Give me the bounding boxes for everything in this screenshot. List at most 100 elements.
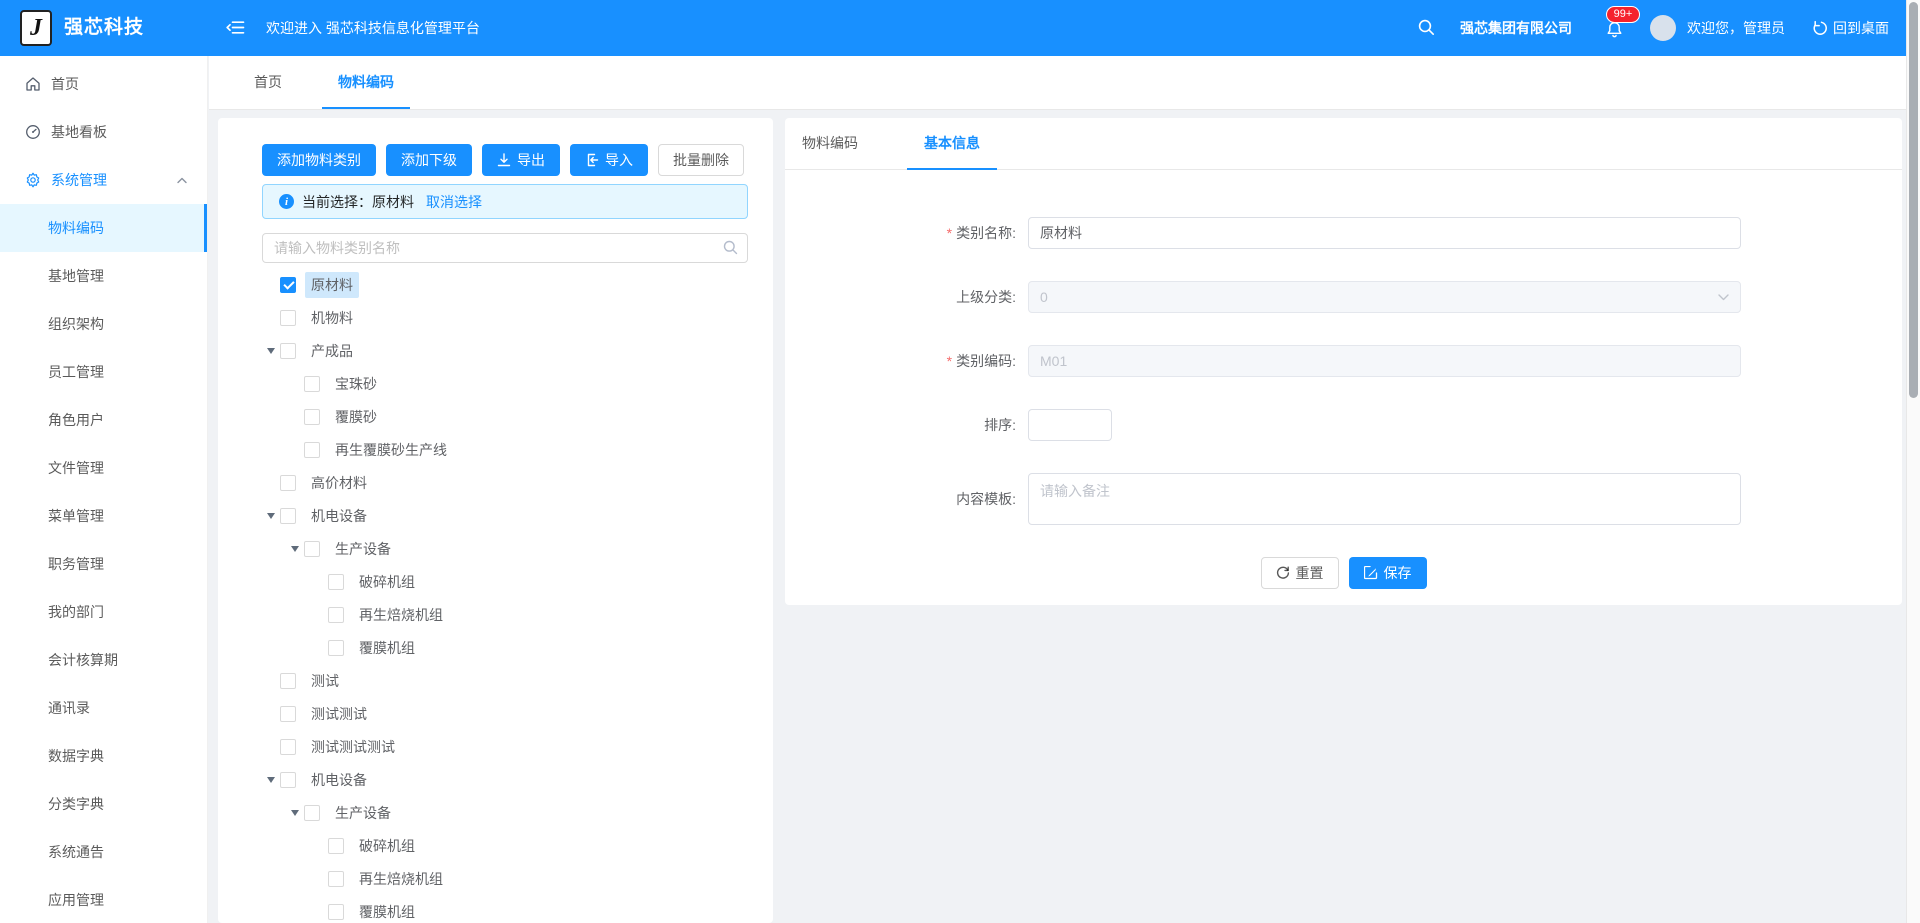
tree-node[interactable]: 产成品 — [262, 334, 748, 367]
sidebar-submenu-item[interactable]: 会计核算期 — [0, 636, 207, 684]
tree-node[interactable]: 机物料 — [262, 301, 748, 334]
tree-checkbox[interactable] — [280, 739, 296, 755]
caret-down-icon[interactable] — [286, 541, 304, 557]
tree-checkbox[interactable] — [328, 574, 344, 590]
caret-down-icon[interactable] — [262, 772, 280, 788]
sidebar-submenu-item[interactable]: 分类字典 — [0, 780, 207, 828]
caret-down-icon[interactable] — [310, 607, 328, 623]
tree-node-label[interactable]: 破碎机组 — [353, 833, 421, 859]
caret-down-icon[interactable] — [262, 475, 280, 491]
tree-node-label[interactable]: 再生焙烧机组 — [353, 602, 449, 628]
tree-node[interactable]: 机电设备 — [262, 499, 748, 532]
caret-down-icon[interactable] — [262, 508, 280, 524]
caret-down-icon[interactable] — [286, 376, 304, 392]
tree-node-label[interactable]: 机电设备 — [305, 767, 373, 793]
tree-checkbox[interactable] — [280, 343, 296, 359]
caret-down-icon[interactable] — [286, 805, 304, 821]
sidebar-submenu-item[interactable]: 通讯录 — [0, 684, 207, 732]
tree-checkbox[interactable] — [328, 838, 344, 854]
import-button[interactable]: 导入 — [570, 144, 648, 176]
tree-node-label[interactable]: 覆膜砂 — [329, 404, 383, 430]
tree-checkbox[interactable] — [304, 541, 320, 557]
caret-down-icon[interactable] — [310, 640, 328, 656]
sidebar-submenu-item[interactable]: 我的部门 — [0, 588, 207, 636]
tree-node-label[interactable]: 生产设备 — [329, 536, 397, 562]
page-tab-material-code[interactable]: 物料编码 — [322, 56, 410, 109]
tab-material-code[interactable]: 物料编码 — [785, 118, 875, 170]
sidebar-submenu-item[interactable]: 应用管理 — [0, 876, 207, 923]
sort-input[interactable] — [1028, 409, 1112, 441]
caret-down-icon[interactable] — [310, 838, 328, 854]
category-name-input[interactable] — [1028, 217, 1741, 249]
back-to-desktop-button[interactable]: 回到桌面 — [1812, 0, 1889, 56]
search-icon[interactable] — [1418, 19, 1435, 36]
tree-node[interactable]: 生产设备 — [262, 532, 748, 565]
tree-checkbox[interactable] — [328, 871, 344, 887]
tree-node-label[interactable]: 高价材料 — [305, 470, 373, 496]
tree-node-label[interactable]: 测试 — [305, 668, 345, 694]
tree-node-label[interactable]: 测试测试 — [305, 701, 373, 727]
tree-node[interactable]: 覆膜砂 — [262, 400, 748, 433]
tree-node[interactable]: 高价材料 — [262, 466, 748, 499]
tree-node-label[interactable]: 破碎机组 — [353, 569, 421, 595]
add-category-button[interactable]: 添加物料类别 — [262, 144, 376, 176]
tree-node[interactable]: 生产设备 — [262, 796, 748, 829]
caret-down-icon[interactable] — [262, 277, 280, 293]
caret-down-icon[interactable] — [262, 739, 280, 755]
tree-node-label[interactable]: 宝珠砂 — [329, 371, 383, 397]
sidebar-submenu-item[interactable]: 职务管理 — [0, 540, 207, 588]
bell-icon[interactable] — [1606, 21, 1623, 39]
tree-node[interactable]: 破碎机组 — [262, 829, 748, 862]
caret-down-icon[interactable] — [262, 706, 280, 722]
tree-checkbox[interactable] — [328, 607, 344, 623]
tree-checkbox[interactable] — [304, 805, 320, 821]
tree-node-label[interactable]: 机物料 — [305, 305, 359, 331]
save-button[interactable]: 保存 — [1349, 557, 1427, 589]
sidebar-item-dashboard[interactable]: 基地看板 — [0, 108, 207, 156]
content-template-textarea[interactable] — [1028, 473, 1741, 525]
tree-checkbox[interactable] — [280, 673, 296, 689]
tree-checkbox[interactable] — [280, 277, 296, 293]
tree-checkbox[interactable] — [304, 409, 320, 425]
caret-down-icon[interactable] — [262, 343, 280, 359]
tree-node[interactable]: 测试 — [262, 664, 748, 697]
tree-node[interactable]: 破碎机组 — [262, 565, 748, 598]
search-icon[interactable] — [723, 240, 738, 255]
tree-node[interactable]: 覆膜机组 — [262, 895, 748, 923]
sidebar-item-home[interactable]: 首页 — [0, 60, 207, 108]
tree-node[interactable]: 再生焙烧机组 — [262, 862, 748, 895]
tree-node-label[interactable]: 再生焙烧机组 — [353, 866, 449, 892]
caret-down-icon[interactable] — [286, 442, 304, 458]
tree-checkbox[interactable] — [328, 640, 344, 656]
sidebar-submenu-item[interactable]: 菜单管理 — [0, 492, 207, 540]
tree-checkbox[interactable] — [280, 772, 296, 788]
avatar[interactable] — [1650, 15, 1676, 41]
sidebar-submenu-item[interactable]: 物料编码 — [0, 204, 207, 252]
tree-node-label[interactable]: 产成品 — [305, 338, 359, 364]
tree-node[interactable]: 测试测试测试 — [262, 730, 748, 763]
tree-checkbox[interactable] — [280, 508, 296, 524]
sidebar-submenu-item[interactable]: 角色用户 — [0, 396, 207, 444]
reset-button[interactable]: 重置 — [1261, 557, 1339, 589]
tree-node[interactable]: 覆膜机组 — [262, 631, 748, 664]
sidebar-item-system[interactable]: 系统管理 — [0, 156, 207, 204]
sidebar-submenu-item[interactable]: 文件管理 — [0, 444, 207, 492]
tree-node[interactable]: 再生焙烧机组 — [262, 598, 748, 631]
tab-basic-info[interactable]: 基本信息 — [907, 118, 997, 170]
export-button[interactable]: 导出 — [482, 144, 560, 176]
sidebar-submenu-item[interactable]: 数据字典 — [0, 732, 207, 780]
tree-search-input[interactable] — [262, 233, 748, 263]
tree-node-label[interactable]: 测试测试测试 — [305, 734, 401, 760]
cancel-selection-link[interactable]: 取消选择 — [426, 192, 482, 212]
menu-collapse-icon[interactable] — [226, 20, 245, 35]
caret-down-icon[interactable] — [262, 310, 280, 326]
tree-node-label[interactable]: 覆膜机组 — [353, 899, 421, 923]
caret-down-icon[interactable] — [262, 673, 280, 689]
tree-node[interactable]: 原材料 — [262, 268, 748, 301]
scrollbar-thumb[interactable] — [1909, 2, 1918, 398]
tree-checkbox[interactable] — [328, 904, 344, 920]
tree-checkbox[interactable] — [304, 376, 320, 392]
tree-node-label[interactable]: 再生覆膜砂生产线 — [329, 437, 453, 463]
tree-node-label[interactable]: 覆膜机组 — [353, 635, 421, 661]
tree-node[interactable]: 再生覆膜砂生产线 — [262, 433, 748, 466]
